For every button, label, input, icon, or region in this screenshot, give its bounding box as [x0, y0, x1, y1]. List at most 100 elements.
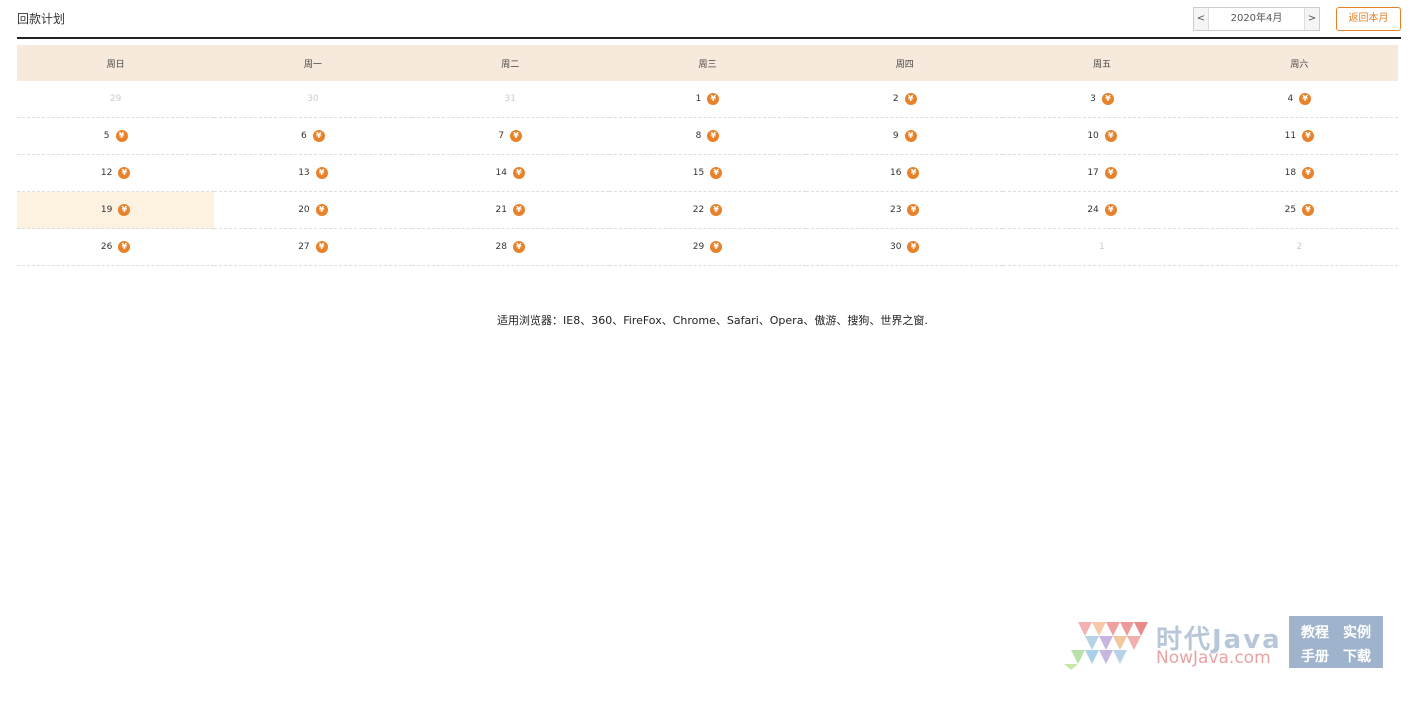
payment-yen-icon[interactable]: ¥ [510, 130, 523, 142]
calendar-day-cell[interactable]: 3 ¥ [1003, 81, 1201, 118]
day-number: 10 [1087, 131, 1099, 141]
payment-yen-icon[interactable]: ¥ [118, 204, 131, 216]
calendar-day-cell[interactable]: 25 ¥ [1200, 191, 1398, 229]
nowjava-watermark: 时代Java NowJava.com 教程 实例 手册 下载 [1058, 614, 1383, 672]
payment-yen-icon[interactable]: ¥ [707, 93, 720, 105]
calendar-day-cell[interactable]: 29 ¥ [608, 228, 807, 266]
calendar-day-cell[interactable]: 14 ¥ [411, 154, 609, 192]
calendar-day-cell[interactable]: 21 ¥ [411, 191, 609, 229]
payment-yen-icon[interactable]: ¥ [907, 167, 920, 179]
payment-yen-icon[interactable]: ¥ [118, 167, 131, 179]
payment-yen-icon[interactable]: ¥ [904, 130, 917, 142]
day-number: 9 [892, 131, 899, 141]
day-number: 20 [298, 205, 310, 215]
weekday-thu: 周四 [806, 45, 1004, 81]
watermark-link-examples[interactable]: 实例 [1343, 622, 1371, 642]
calendar-day-cell[interactable]: 17 ¥ [1003, 154, 1201, 192]
calendar-day-cell[interactable]: 5 ¥ [17, 117, 215, 155]
calendar-day-cell[interactable]: 18 ¥ [1200, 154, 1398, 192]
calendar-day-cell[interactable]: 26 ¥ [17, 228, 215, 266]
browser-support-note: 适用浏览器：IE8、360、FireFox、Chrome、Safari、Oper… [497, 314, 928, 327]
weekday-wed: 周三 [608, 45, 807, 81]
weekday-sat: 周六 [1200, 45, 1398, 81]
calendar-day-cell[interactable]: 31 [411, 81, 609, 118]
payment-yen-icon[interactable]: ¥ [707, 130, 720, 142]
calendar-day-cell[interactable]: 7 ¥ [411, 117, 609, 155]
calendar-day-cell[interactable]: 23 ¥ [806, 191, 1004, 229]
payment-yen-icon[interactable]: ¥ [1302, 204, 1315, 216]
payment-yen-icon[interactable]: ¥ [710, 241, 723, 253]
day-number: 2 [892, 94, 899, 104]
watermark-link-manual[interactable]: 手册 [1301, 646, 1329, 666]
calendar-day-cell[interactable]: 2 [1200, 228, 1398, 266]
payment-yen-icon[interactable]: ¥ [710, 204, 723, 216]
calendar-week-row: 12 ¥13 ¥14 ¥ 15 ¥16 ¥17 ¥18 ¥ [17, 154, 1398, 192]
calendar-day-cell[interactable]: 15 ¥ [608, 154, 807, 192]
payment-yen-icon[interactable]: ¥ [904, 93, 917, 105]
day-number: 24 [1087, 205, 1099, 215]
payment-yen-icon[interactable]: ¥ [312, 130, 325, 142]
calendar-day-cell[interactable]: 27 ¥ [214, 228, 412, 266]
payment-yen-icon[interactable]: ¥ [315, 204, 328, 216]
weekday-fri: 周五 [1003, 45, 1201, 81]
payment-yen-icon[interactable]: ¥ [118, 241, 131, 253]
prev-month-button[interactable]: < [1194, 8, 1208, 30]
calendar-day-cell[interactable]: 22 ¥ [608, 191, 807, 229]
day-number: 30 [890, 242, 902, 252]
payment-yen-icon[interactable]: ¥ [1104, 204, 1117, 216]
day-number: 1 [1099, 241, 1105, 252]
month-navigator: < 2020年4月 > [1193, 7, 1320, 31]
payment-yen-icon[interactable]: ¥ [710, 167, 723, 179]
next-month-button[interactable]: > [1305, 8, 1319, 30]
payment-yen-icon[interactable]: ¥ [1104, 167, 1117, 179]
payment-yen-icon[interactable]: ¥ [315, 241, 328, 253]
day-number: 15 [692, 168, 705, 178]
calendar-day-cell[interactable]: 16 ¥ [806, 154, 1004, 192]
calendar-day-cell[interactable]: 24 ¥ [1003, 191, 1201, 229]
payment-yen-icon[interactable]: ¥ [315, 167, 328, 179]
calendar-week-row: 19 ¥20 ¥21 ¥22 ¥23 ¥ 24 ¥25 ¥ [17, 191, 1398, 229]
payment-yen-icon[interactable]: ¥ [512, 241, 525, 253]
watermark-link-download[interactable]: 下载 [1343, 646, 1371, 666]
weekday-sun: 周日 [17, 45, 215, 81]
day-number: 28 [495, 242, 507, 252]
calendar-day-cell[interactable]: 12 ¥ [17, 154, 215, 192]
payment-yen-icon[interactable]: ¥ [907, 204, 920, 216]
calendar-day-cell[interactable]: 20 ¥ [214, 191, 412, 229]
day-number: 8 [695, 131, 702, 141]
calendar-day-cell[interactable]: 29 [17, 81, 215, 118]
payment-yen-icon[interactable]: ¥ [1299, 93, 1312, 105]
payment-yen-icon[interactable]: ¥ [512, 204, 525, 216]
calendar-day-cell[interactable]: 2 ¥ [806, 81, 1004, 118]
calendar-day-cell[interactable]: 28 ¥ [411, 228, 609, 266]
calendar-day-cell[interactable]: 1 ¥ [608, 81, 807, 118]
payment-yen-icon[interactable]: ¥ [115, 130, 128, 142]
calendar-day-cell[interactable]: 4 ¥ [1200, 81, 1398, 118]
page-title: 回款计划 [17, 12, 66, 26]
payment-yen-icon[interactable]: ¥ [1104, 130, 1117, 142]
weekday-header-row: 周日 周一 周二 周三 周四 周五 周六 [17, 45, 1398, 81]
payment-yen-icon[interactable]: ¥ [512, 167, 525, 179]
watermark-en-text: NowJava.com [1156, 648, 1271, 668]
watermark-link-tutorial[interactable]: 教程 [1301, 622, 1329, 642]
payment-yen-icon[interactable]: ¥ [907, 241, 920, 253]
payment-yen-icon[interactable]: ¥ [1302, 167, 1315, 179]
payment-yen-icon[interactable]: ¥ [1302, 130, 1315, 142]
calendar-day-cell[interactable]: 10 ¥ [1003, 117, 1201, 155]
back-to-current-month-button[interactable]: 返回本月 [1336, 7, 1401, 31]
watermark-links-box: 教程 实例 手册 下载 [1289, 616, 1383, 668]
calendar-day-cell[interactable]: 6 ¥ [214, 117, 412, 155]
calendar-day-cell[interactable]: 30 ¥ [806, 228, 1004, 266]
calendar-day-cell[interactable]: 11 ¥ [1200, 117, 1398, 155]
calendar-day-cell[interactable]: 1 [1003, 228, 1201, 266]
calendar-day-cell[interactable]: 30 [214, 81, 412, 118]
day-number: 4 [1287, 94, 1294, 104]
calendar-day-cell[interactable]: 9 ¥ [806, 117, 1004, 155]
payment-yen-icon[interactable]: ¥ [1101, 93, 1114, 105]
day-number: 3 [1090, 94, 1096, 104]
calendar-day-cell[interactable]: 13 ¥ [214, 154, 412, 192]
day-number: 30 [307, 93, 319, 104]
calendar-day-cell[interactable]: 8 ¥ [608, 117, 807, 155]
day-number: 19 [100, 205, 113, 215]
calendar-day-cell[interactable]: 19 ¥ [17, 191, 215, 229]
